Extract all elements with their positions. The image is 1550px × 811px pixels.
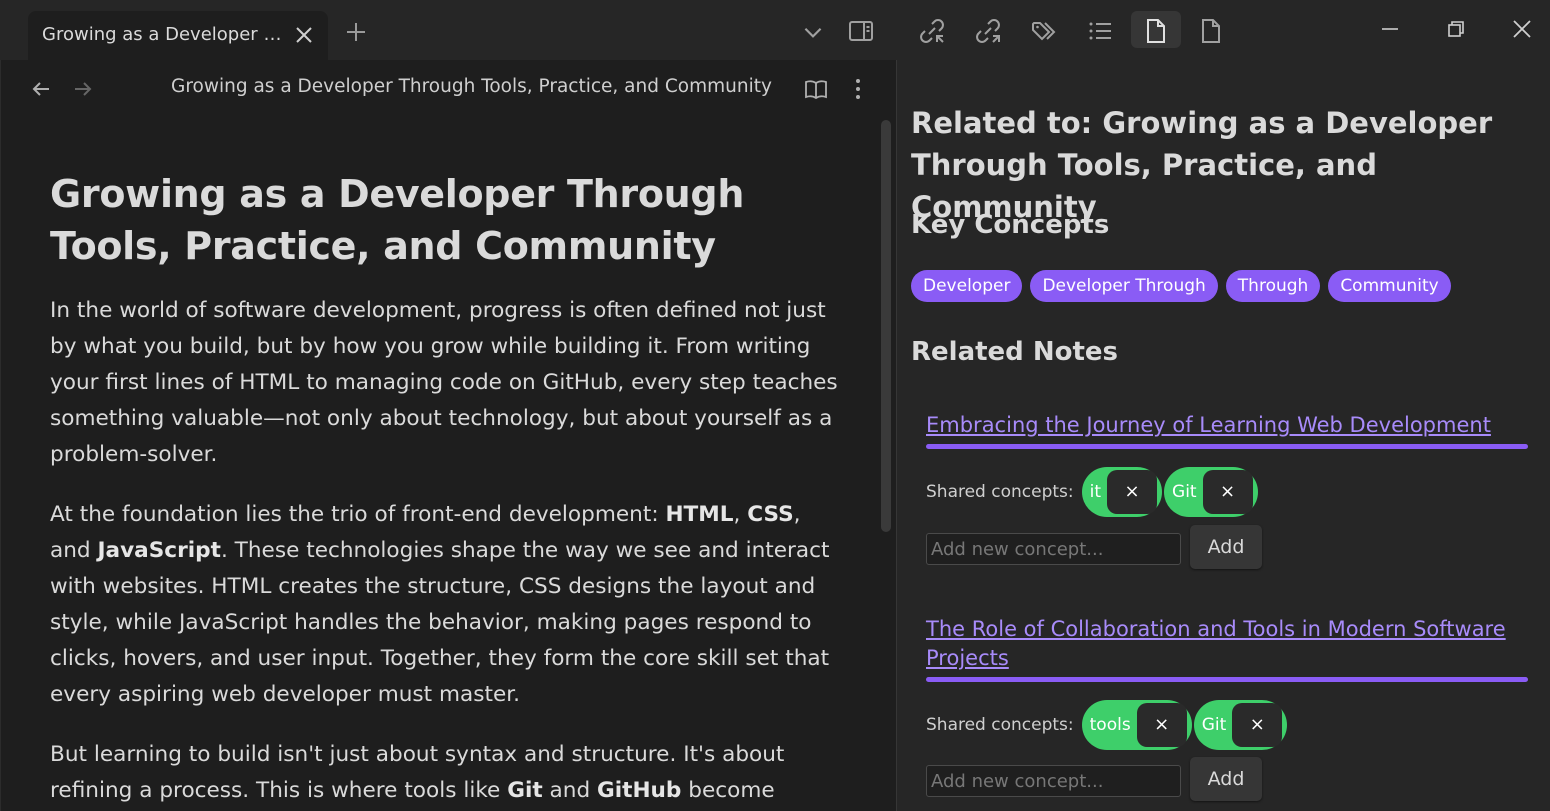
file-icon[interactable] — [1142, 17, 1170, 45]
concept-chip[interactable]: Community — [1328, 270, 1451, 302]
more-vertical-icon[interactable] — [845, 76, 871, 102]
concept-chip[interactable]: Developer — [911, 270, 1023, 302]
chevron-down-icon[interactable] — [800, 19, 826, 45]
concept-chip[interactable]: Through — [1225, 270, 1321, 302]
paragraph-1: In the world of software development, pr… — [50, 298, 838, 467]
view-header-title[interactable]: Growing as a Developer Through Tools, Pr… — [171, 76, 772, 97]
shared-concept-pill: Git × — [1193, 700, 1288, 750]
related-panel: Related to: Growing as a Developer Throu… — [897, 60, 1550, 811]
link-in-icon[interactable] — [918, 17, 946, 45]
sidebar-toggle-icon[interactable] — [847, 17, 875, 45]
shared-concept-label: Git — [1172, 482, 1197, 502]
shared-concept-pill: Git × — [1164, 467, 1258, 517]
book-open-icon[interactable] — [803, 76, 829, 102]
related-note-link[interactable]: The Role of Collaboration and Tools in M… — [926, 615, 1528, 673]
note-content[interactable]: Growing as a Developer Through Tools, Pr… — [50, 168, 840, 809]
shared-concepts-row: Shared concepts: tools × Git × — [926, 700, 1289, 750]
paragraph-2: At the foundation lies the trio of front… — [50, 502, 830, 707]
restore-icon[interactable] — [1441, 14, 1471, 44]
editor-pane: Growing as a Developer Through Tools, Pr… — [0, 60, 896, 811]
remove-concept-button[interactable]: × — [1202, 470, 1253, 514]
tags-icon[interactable] — [1030, 17, 1058, 45]
add-concept-button[interactable]: Add — [1190, 757, 1262, 801]
shared-concept-label: it — [1089, 482, 1102, 502]
add-concept-input[interactable] — [926, 533, 1181, 565]
related-note: The Role of Collaboration and Tools in M… — [926, 615, 1528, 811]
note-title: Growing as a Developer Through Tools, Pr… — [50, 172, 745, 268]
close-window-icon[interactable] — [1507, 14, 1537, 44]
scrollbar[interactable] — [881, 120, 891, 532]
link-out-icon[interactable] — [974, 17, 1002, 45]
concept-chip[interactable]: Developer Through — [1030, 270, 1218, 302]
shared-concept-pill: it × — [1081, 467, 1163, 517]
relevance-bar — [926, 444, 1528, 449]
related-note: Embracing the Journey of Learning Web De… — [926, 411, 1528, 591]
arrow-left-icon[interactable] — [29, 77, 53, 101]
tab-active-note[interactable]: Growing as a Developer T... — [28, 11, 328, 60]
shared-concepts-label: Shared concepts: — [926, 482, 1074, 502]
list-icon[interactable] — [1087, 17, 1115, 45]
shared-concept-label: tools — [1089, 715, 1131, 735]
related-note-link[interactable]: Embracing the Journey of Learning Web De… — [926, 411, 1528, 440]
add-concept-input[interactable] — [926, 765, 1181, 797]
title-bar: Growing as a Developer T... — [0, 0, 1550, 60]
plus-icon[interactable] — [344, 20, 368, 44]
close-icon[interactable] — [292, 23, 316, 47]
paragraph-3: But learning to build isn't just about s… — [50, 742, 785, 803]
remove-concept-button[interactable]: × — [1107, 470, 1158, 514]
remove-concept-button[interactable]: × — [1232, 703, 1283, 747]
shared-concept-pill: tools × — [1081, 700, 1192, 750]
remove-concept-button[interactable]: × — [1136, 703, 1187, 747]
key-concepts-list: Developer Developer Through Through Comm… — [911, 270, 1451, 302]
add-concept-button[interactable]: Add — [1190, 525, 1262, 569]
key-concepts-heading: Key Concepts — [911, 210, 1110, 240]
shared-concept-label: Git — [1201, 715, 1227, 735]
relevance-bar — [926, 677, 1528, 682]
shared-concepts-row: Shared concepts: it × Git × — [926, 467, 1260, 517]
related-notes-heading: Related Notes — [911, 337, 1118, 367]
minimize-icon[interactable] — [1375, 14, 1405, 44]
tab-title: Growing as a Developer T... — [42, 24, 282, 45]
file-outline-icon[interactable] — [1197, 17, 1225, 45]
arrow-right-icon[interactable] — [71, 77, 95, 101]
shared-concepts-label: Shared concepts: — [926, 715, 1074, 735]
